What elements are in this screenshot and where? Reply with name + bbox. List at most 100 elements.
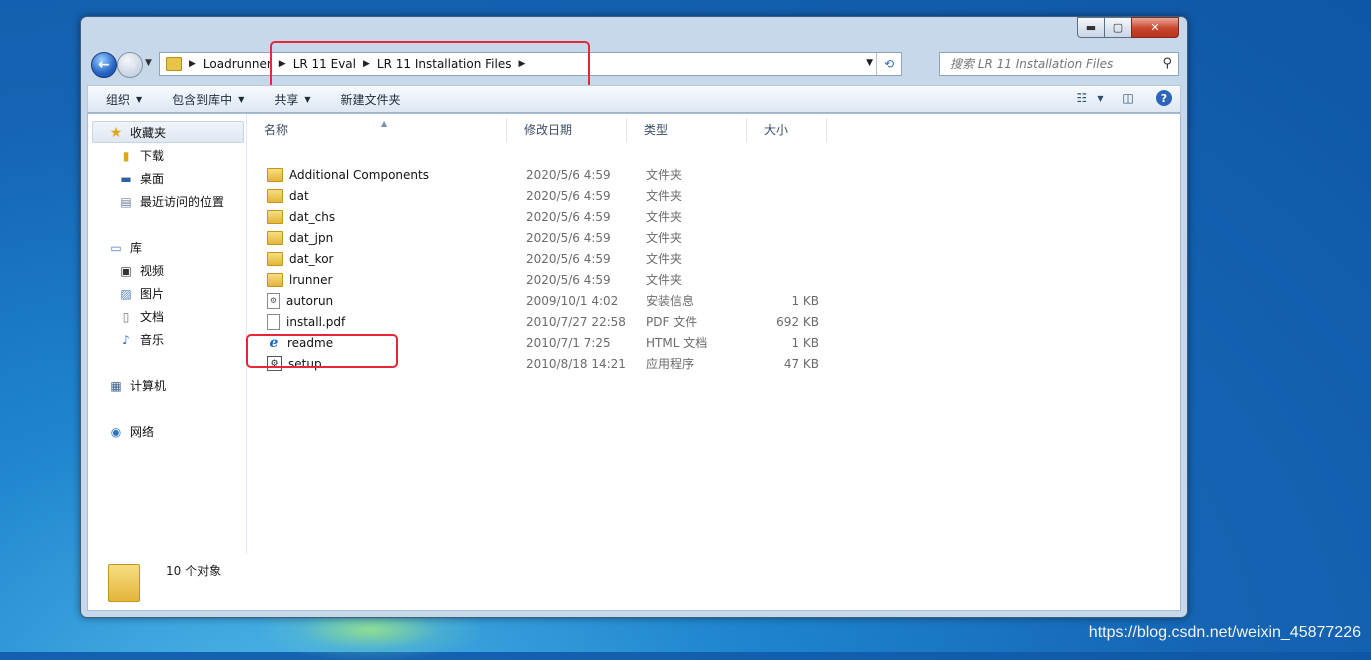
sidebar-item-videos[interactable]: ▣ 视频 [118, 262, 164, 279]
file-row[interactable]: lrunner 2020/5/6 4:59 文件夹 [247, 269, 827, 290]
search-input[interactable] [948, 56, 1152, 72]
file-row[interactable]: dat 2020/5/6 4:59 文件夹 [247, 185, 827, 206]
folder-icon [267, 272, 283, 287]
share-button[interactable]: 共享 ▼ [274, 91, 310, 108]
file-name: dat_chs [289, 209, 336, 224]
file-row[interactable]: Additional Components 2020/5/6 4:59 文件夹 [247, 164, 827, 185]
settings-file-icon: ⚙ [267, 292, 280, 309]
file-name: autorun [286, 293, 334, 308]
refresh-button[interactable]: ⟲ [876, 53, 901, 75]
file-name-cell: dat_chs [247, 209, 507, 224]
folder-icon [166, 57, 182, 71]
file-type: 安装信息 [646, 294, 695, 308]
sidebar-item-libraries[interactable]: ▭ 库 [108, 239, 142, 256]
picture-icon: ▨ [120, 286, 132, 301]
sidebar-item-recent-places[interactable]: ▤ 最近访问的位置 [118, 193, 224, 210]
file-row[interactable]: ⚙ autorun 2009/10/1 4:02 安装信息 1 KB [247, 290, 827, 311]
file-row[interactable]: dat_jpn 2020/5/6 4:59 文件夹 [247, 227, 827, 248]
folder-icon [267, 188, 283, 203]
desktop-icon: ▬ [120, 171, 132, 186]
chevron-down-icon: ▼ [238, 94, 245, 104]
sidebar-label: 下载 [140, 149, 165, 163]
column-header-label: 修改日期 [524, 123, 573, 137]
file-row[interactable]: dat_chs 2020/5/6 4:59 文件夹 [247, 206, 827, 227]
file-type: 文件夹 [646, 210, 683, 224]
file-name: dat_kor [289, 251, 334, 266]
back-button[interactable]: ← [91, 52, 117, 78]
sidebar-label: 图片 [140, 287, 165, 301]
column-header-type[interactable]: 类型 [627, 118, 747, 142]
sidebar-label: 音乐 [140, 333, 165, 347]
file-type: 应用程序 [646, 357, 695, 371]
file-name-cell: lrunner [247, 272, 507, 287]
chevron-down-icon: ▼ [304, 94, 311, 104]
column-header-size[interactable]: 大小 [747, 118, 827, 142]
address-history-dropdown[interactable]: ▼ [866, 58, 873, 68]
minimize-button[interactable]: ▬ [1077, 17, 1104, 38]
file-date: 2010/7/27 22:58 [526, 314, 626, 329]
recent-places-icon: ▤ [120, 194, 132, 209]
sidebar-item-computer[interactable]: ▦ 计算机 [108, 377, 166, 394]
sidebar-item-pictures[interactable]: ▨ 图片 [118, 285, 164, 302]
column-header-row: ▲ 名称 修改日期 类型 大小 [247, 118, 827, 142]
help-button[interactable]: ? [1156, 90, 1172, 106]
column-header-name[interactable]: ▲ 名称 [247, 118, 507, 142]
file-name: Additional Components [289, 167, 429, 182]
sidebar-label: 文档 [140, 310, 165, 324]
breadcrumb-item[interactable]: ▶ Loadrunner [182, 57, 272, 71]
file-date: 2020/5/6 4:59 [526, 251, 611, 266]
sidebar-item-documents[interactable]: ▯ 文档 [118, 308, 164, 325]
sidebar-item-music[interactable]: ♪ 音乐 [118, 331, 164, 348]
sidebar-item-network[interactable]: ◉ 网络 [108, 423, 154, 440]
organize-button[interactable]: 组织 ▼ [106, 91, 142, 108]
recent-pages-dropdown[interactable]: ▼ [145, 58, 152, 68]
include-in-library-button[interactable]: 包含到库中 ▼ [172, 91, 244, 108]
file-date: 2020/5/6 4:59 [526, 167, 611, 182]
sidebar-item-favorites[interactable]: ★ 收藏夹 [108, 124, 166, 141]
file-name-cell: ⚙ autorun [247, 292, 507, 309]
document-icon [267, 313, 280, 330]
file-name: dat_jpn [289, 230, 334, 245]
file-date: 2020/5/6 4:59 [526, 188, 611, 203]
preview-pane-button[interactable]: ◫ [1118, 89, 1138, 107]
folder-icon [267, 209, 283, 224]
command-bar: 组织 ▼ 包含到库中 ▼ 共享 ▼ 新建文件夹 ☷ ▼ ◫ ? [87, 85, 1181, 113]
search-box[interactable]: ⚲ [939, 52, 1179, 76]
view-options-button[interactable]: ☷ ▼ [1076, 89, 1104, 107]
close-button[interactable]: ✕ [1131, 17, 1179, 38]
view-list-icon: ☷ [1076, 91, 1088, 105]
folder-icon [267, 251, 283, 266]
item-count: 10 个对象 [166, 564, 222, 578]
maximize-button[interactable]: ▢ [1104, 17, 1131, 38]
file-date: 2010/8/18 14:21 [526, 356, 626, 371]
file-type: 文件夹 [646, 252, 683, 266]
file-date: 2020/5/6 4:59 [526, 209, 611, 224]
column-header-date[interactable]: 修改日期 [507, 118, 627, 142]
sidebar-item-desktop[interactable]: ▬ 桌面 [118, 170, 164, 187]
file-type: HTML 文档 [646, 336, 708, 350]
highlight-box-setup [246, 334, 398, 368]
file-name-cell: dat [247, 188, 507, 203]
file-row[interactable]: dat_kor 2020/5/6 4:59 文件夹 [247, 248, 827, 269]
folder-icon [108, 564, 140, 602]
column-header-label: 名称 [264, 123, 289, 137]
window-controls: ▬ ▢ ✕ [1077, 17, 1179, 38]
file-date: 2009/10/1 4:02 [526, 293, 619, 308]
chevron-right-icon: ▶ [189, 59, 196, 69]
chevron-down-icon: ▼ [1097, 93, 1104, 103]
file-row[interactable]: install.pdf 2010/7/27 22:58 PDF 文件 692 K… [247, 311, 827, 332]
details-pane: 10 个对象 [87, 554, 1181, 611]
search-icon[interactable]: ⚲ [1162, 56, 1172, 71]
forward-button[interactable]: → [117, 52, 143, 78]
new-folder-label: 新建文件夹 [340, 92, 401, 107]
folder-icon [267, 230, 283, 245]
sidebar-label: 库 [130, 241, 143, 255]
new-folder-button[interactable]: 新建文件夹 [341, 91, 401, 108]
view-controls: ☷ ▼ ◫ ? [1072, 89, 1172, 107]
file-name: dat [289, 188, 309, 203]
file-type: 文件夹 [646, 189, 683, 203]
library-icon: ▭ [110, 240, 122, 255]
file-size: 692 KB [776, 314, 819, 329]
sidebar-label: 网络 [130, 425, 155, 439]
sidebar-item-downloads[interactable]: ▮ 下载 [118, 147, 164, 164]
